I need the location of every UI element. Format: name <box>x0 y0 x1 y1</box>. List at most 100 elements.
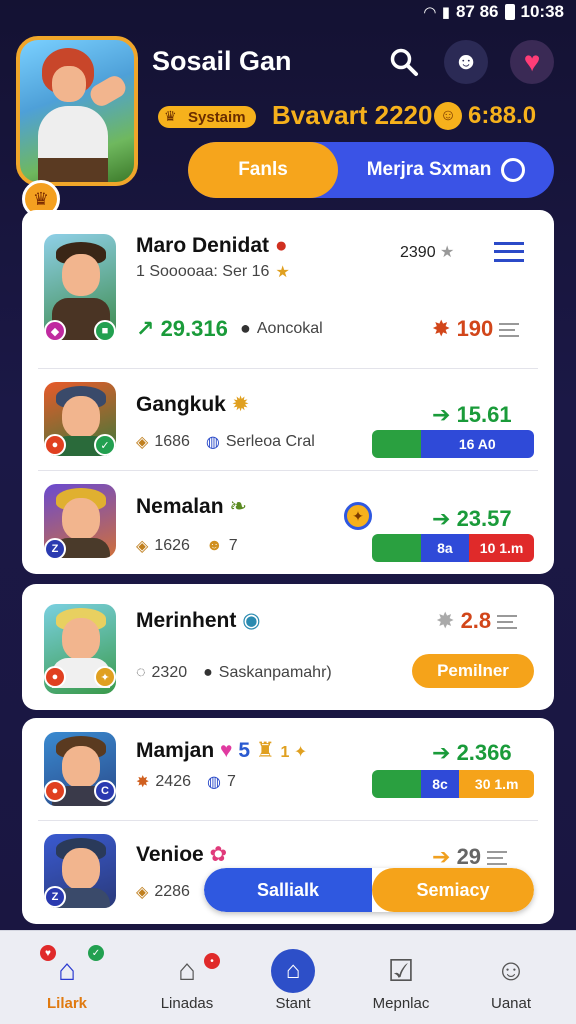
notification-badge: • <box>204 953 220 969</box>
player-subtext: ◈ 2286 <box>136 883 190 901</box>
action-bar: Sallialk Semiacy <box>204 868 534 912</box>
players-card-3: ● C Mamjan ♥ 5 ♜ 1 ✦ ✸ 2426 ◍ 7 ➔ 2.366 … <box>22 718 554 924</box>
player-progress-bar: 8a 10 1.m <box>372 534 534 562</box>
coin-pill[interactable]: ♛ Systaim <box>158 106 256 128</box>
player-row-3[interactable]: Z Nemalan ❧ ◈ 1626 ☻ 7 ✦ ➔ 23.57 8a 10 1… <box>22 472 554 574</box>
start-icon: ⌂ <box>271 949 315 993</box>
menu-icon[interactable] <box>494 242 524 262</box>
action-right-button[interactable]: Semiacy <box>372 868 534 912</box>
face-icon: ☻ <box>205 537 223 554</box>
fish-icon: ◉ <box>242 609 261 632</box>
status-bar: ◠ ▮ 87 86 10:38 <box>0 0 576 24</box>
user-icon: ☺ <box>495 954 527 987</box>
coin-pill-label: Systaim <box>188 108 246 126</box>
player-stat-label: ● Aoncokal <box>240 318 323 338</box>
player-row-4[interactable]: ● ✦ Merinhent ◉ ◌ 2320 ● Saskanpamahr) ✸… <box>22 584 554 710</box>
status-signal-text: 87 86 <box>455 2 499 21</box>
player-badge-icon: ■ <box>94 320 116 342</box>
player-stat: ➔ 23.57 <box>432 506 512 531</box>
player-stat: ➔ 15.61 <box>432 402 512 427</box>
arrow-right-icon: ➔ <box>432 402 451 427</box>
number-badge-icon: 5 <box>238 739 251 762</box>
arrow-right-icon: ➔ <box>432 740 451 765</box>
toggle-merjra-label: Merjra Sxman <box>366 159 492 180</box>
divider <box>38 470 538 471</box>
search-button[interactable] <box>382 40 426 84</box>
apple-icon: ● <box>274 234 288 257</box>
player-badge-icon: ✓ <box>94 434 116 456</box>
player-badge-icon: ✦ <box>94 666 116 688</box>
players-card-2: ● ✦ Merinhent ◉ ◌ 2320 ● Saskanpamahr) ✸… <box>22 584 554 710</box>
coin-icon: ◍ <box>207 774 221 791</box>
player-right-stat: ✸ 190 <box>432 316 520 342</box>
shield-icon: ◈ <box>136 434 149 451</box>
profile-avatar[interactable] <box>16 36 138 186</box>
toggle-merjra[interactable]: Merjra Sxman <box>338 142 554 198</box>
circle-icon <box>501 158 526 182</box>
player-name: Nemalan ❧ <box>136 495 247 518</box>
header: ♛ Sosail Gan ☻ ♥ ♛ Systaim Bvavart 2220 … <box>0 30 576 218</box>
player-row-1[interactable]: ◆ ■ Maro Denidat ● 1 Sooooaa: Ser 16 ★ 2… <box>22 210 554 368</box>
nav-leagues[interactable]: ⌂ • Linadas <box>132 931 242 1024</box>
search-icon <box>390 48 418 76</box>
nav-start[interactable]: ⌂ Stant <box>238 931 348 1024</box>
sparkle-icon: ✸ <box>436 608 455 633</box>
player-subtext: ✸ 2426 ◍ 7 <box>136 773 236 791</box>
trend-up-icon: ↗ <box>136 316 155 341</box>
bean-icon: ● <box>203 664 213 681</box>
nav-home[interactable]: ⌂ ♥ ✓ Lilark <box>12 931 122 1024</box>
favorites-button[interactable]: ♥ <box>510 40 554 84</box>
heart-icon: ♥ <box>220 739 233 762</box>
bottom-nav: ⌂ ♥ ✓ Lilark ⌂ • Linadas ⌂ Stant ☑ Mepnl… <box>0 930 576 1024</box>
view-toggle: Fanls Merjra Sxman <box>188 142 554 198</box>
leaf-icon: ❧ <box>229 495 247 518</box>
action-left-button[interactable]: Sallialk <box>204 868 372 912</box>
season-text: Bvavart 2220 <box>272 100 433 130</box>
player-stat: ➔ 29 <box>432 844 508 870</box>
clipboard-icon: ☑ <box>387 954 415 988</box>
list-icon <box>499 323 520 338</box>
player-badge-icon: ● <box>44 666 66 688</box>
player-row-2[interactable]: ● ✓ Gangkuk ✹ ◈ 1686 ◍ Serleoa Cral ➔ 15… <box>22 370 554 470</box>
team-badge-icon: ✦ <box>344 502 372 530</box>
player-badge-icon: Z <box>44 886 66 908</box>
player-subtext: ◈ 1626 ☻ 7 <box>136 537 238 555</box>
nav-user[interactable]: ☺ Uanat <box>456 931 566 1024</box>
shield-icon: ◈ <box>136 538 149 555</box>
player-progress-bar: 8c 30 1.m <box>372 770 534 798</box>
check-icon: ✓ <box>88 945 104 961</box>
divider <box>38 368 538 369</box>
player-subtext: ◈ 1686 ◍ Serleoa Cral <box>136 433 315 451</box>
heart-icon: ♥ <box>523 46 541 77</box>
player-row-5[interactable]: ● C Mamjan ♥ 5 ♜ 1 ✦ ✸ 2426 ◍ 7 ➔ 2.366 … <box>22 718 554 820</box>
list-icon <box>487 851 508 866</box>
player-action-button[interactable]: Pemilner <box>412 654 534 688</box>
gold-coin-icon: ☺ <box>434 102 462 130</box>
status-icons: ◠ ▮ 87 86 10:38 <box>424 2 564 22</box>
gold-value: 6:88.0 <box>468 102 537 129</box>
battery-icon <box>504 4 515 20</box>
player-name: Merinhent ◉ <box>136 609 261 632</box>
player-badge-icon: C <box>94 780 116 802</box>
player-stat: ➔ 2.366 <box>432 740 512 765</box>
list-icon <box>497 615 518 630</box>
player-row-6[interactable]: Z Venioe ✿ ◈ 2286 ➔ 29 Sallialk Semiacy <box>22 822 554 924</box>
nav-clipboard[interactable]: ☑ Mepnlac <box>346 931 456 1024</box>
friends-button[interactable]: ☻ <box>444 40 488 84</box>
toggle-fanls[interactable]: Fanls <box>188 142 338 198</box>
app-title: Sosail Gan <box>152 46 292 76</box>
crown-icon: ♛ <box>164 108 177 124</box>
friends-icon: ☻ <box>453 48 479 75</box>
player-top-stat: 2390 ★ <box>400 244 455 261</box>
players-card-1: ◆ ■ Maro Denidat ● 1 Sooooaa: Ser 16 ★ 2… <box>22 210 554 574</box>
player-badge-icon: ● <box>44 780 66 802</box>
star-icon: ★ <box>275 264 290 281</box>
player-name: Venioe ✿ <box>136 843 228 866</box>
level-icon: 1 ✦ <box>280 744 308 761</box>
player-progress-bar: 16 A0 <box>372 430 534 458</box>
arrow-right-icon: ➔ <box>432 844 451 869</box>
trophy-icon: ♜ <box>255 739 275 762</box>
star-icon: ★ <box>440 244 455 261</box>
arrow-right-icon: ➔ <box>432 506 451 531</box>
compass-icon: ◍ <box>205 434 220 451</box>
